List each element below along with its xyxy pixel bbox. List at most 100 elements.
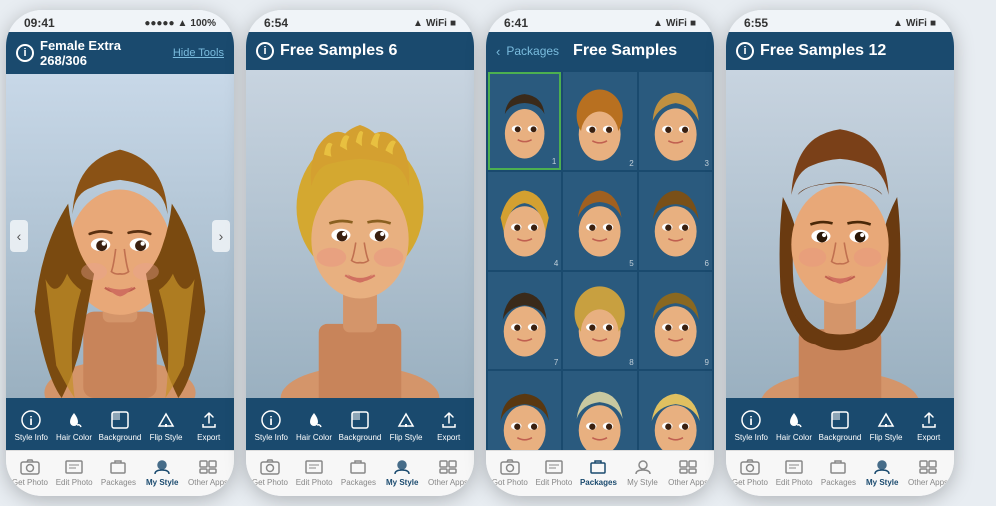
signal-icon-4: ▲ [893,18,903,29]
hair-cell-face-3 [639,72,712,170]
app-header-3: ‹ Packages Free Samples [486,32,714,70]
get-photo-label-4: Get Photo [732,478,768,487]
nav-my-style-3[interactable]: My Style [625,458,661,487]
other-apps-label-2: Other Apps [428,478,468,487]
nav-got-photo-3[interactable]: Got Photo [492,458,528,487]
nav-right-1[interactable]: › [212,220,230,252]
hair-cell-3[interactable]: 3 [639,72,712,170]
nav-my-style-1[interactable]: My Style [144,458,180,487]
hair-cell-9[interactable]: 9 [639,272,712,370]
nav-packages-1[interactable]: Packages [100,458,136,487]
nav-other-apps-1[interactable]: Other Apps [188,458,228,487]
battery-icon-4: ■ [930,18,936,29]
cell-num-9: 9 [705,358,709,367]
hair-color-icon [63,409,85,431]
style-info-btn-1[interactable]: i Style Info [13,409,49,442]
export-label-4: Export [917,433,940,442]
background-btn-4[interactable]: Background [819,409,862,442]
hair-grid-3: 1 2 [486,70,714,450]
hair-color-btn-2[interactable]: Hair Color [296,409,332,442]
svg-text:i: i [750,414,753,428]
nav-packages-2[interactable]: Packages [340,458,376,487]
export-btn-4[interactable]: Export [911,409,947,442]
hair-color-label-4: Hair Color [776,433,812,442]
nav-edit-photo-4[interactable]: Edit Photo [776,458,813,487]
style-info-icon-2: i [260,409,282,431]
hair-cell-8[interactable]: 8 [563,272,636,370]
nav-get-photo-1[interactable]: Get Photo [12,458,48,487]
hair-cell-11[interactable]: 11 [563,371,636,450]
other-apps-label-3: Other Apps [668,478,708,487]
info-icon-1[interactable]: i [16,44,34,62]
status-icons-4: ▲ WiFi ■ [893,18,936,29]
back-label-3[interactable]: Packages [506,44,559,58]
bottom-nav-1: Get Photo Edit Photo Packages My Style O… [6,450,234,496]
background-label-2: Background [339,433,382,442]
signal-icon-3: ▲ [653,18,663,29]
get-photo-label: Get Photo [12,478,48,487]
flip-style-btn-4[interactable]: Flip Style [868,409,904,442]
export-btn-2[interactable]: Export [431,409,467,442]
wifi-icon: ▲ [178,18,188,29]
hair-cell-4[interactable]: 4 [488,172,561,270]
hair-cell-10[interactable]: 10 [488,371,561,450]
bottom-nav-2: Get Photo Edit Photo Packages My Style O… [246,450,474,496]
flip-style-label: Flip Style [150,433,183,442]
flip-style-btn-2[interactable]: Flip Style [388,409,424,442]
nav-edit-photo-2[interactable]: Edit Photo [296,458,333,487]
nav-get-photo-4[interactable]: Get Photo [732,458,768,487]
svg-text:i: i [270,414,273,428]
background-label-4: Background [819,433,862,442]
flip-style-btn-1[interactable]: Flip Style [148,409,184,442]
hair-cell-5[interactable]: 5 [563,172,636,270]
hair-cell-2[interactable]: 2 [563,72,636,170]
flip-style-icon-2 [395,409,417,431]
nav-edit-photo-1[interactable]: Edit Photo [56,458,93,487]
nav-my-style-4[interactable]: My Style [864,458,900,487]
camera-icon-3 [499,458,521,476]
nav-other-apps-2[interactable]: Other Apps [428,458,468,487]
nav-my-style-2[interactable]: My Style [384,458,420,487]
nav-other-apps-4[interactable]: Other Apps [908,458,948,487]
my-style-label-2: My Style [386,478,418,487]
style-info-btn-2[interactable]: i Style Info [253,409,289,442]
hair-cell-1[interactable]: 1 [488,72,561,170]
hair-cell-7[interactable]: 7 [488,272,561,370]
signal-icon-2: ▲ [413,18,423,29]
edit-icon-2 [303,458,325,476]
info-icon-2[interactable]: i [256,42,274,60]
back-arrow-3[interactable]: ‹ [496,44,500,59]
cell-num-8: 8 [629,358,633,367]
nav-get-photo-2[interactable]: Get Photo [252,458,288,487]
phone-1: 09:41 ●●●●● ▲ 100% i Female Extra 268/30… [6,10,234,496]
content-area-4 [726,70,954,398]
nav-packages-4[interactable]: Packages [820,458,856,487]
my-style-icon-4 [871,458,893,476]
hair-color-label-2: Hair Color [296,433,332,442]
hair-cell-12[interactable]: 12 [639,371,712,450]
my-style-icon-2 [391,458,413,476]
nav-left-1[interactable]: ‹ [10,220,28,252]
packages-icon-3 [587,458,609,476]
nav-other-apps-3[interactable]: Other Apps [668,458,708,487]
got-photo-label: Got Photo [492,478,528,487]
background-btn-2[interactable]: Background [339,409,382,442]
background-btn-1[interactable]: Background [99,409,142,442]
hide-tools-btn[interactable]: Hide Tools [173,47,224,59]
phone-3: 6:41 ▲ WiFi ■ ‹ Packages Free Samples [486,10,714,496]
packages-icon-1 [107,458,129,476]
hair-cell-face-11 [563,371,636,450]
other-apps-icon-2 [437,458,459,476]
hair-cell-6[interactable]: 6 [639,172,712,270]
hair-cell-face-4 [488,172,561,270]
style-info-btn-4[interactable]: i Style Info [733,409,769,442]
battery-icon: 100% [190,18,216,29]
hair-color-btn-4[interactable]: Hair Color [776,409,812,442]
cell-num-2: 2 [629,159,633,168]
nav-packages-3[interactable]: Packages [580,458,617,487]
info-icon-4[interactable]: i [736,42,754,60]
hair-color-btn-1[interactable]: Hair Color [56,409,92,442]
export-btn-1[interactable]: Export [191,409,227,442]
nav-edit-photo-3[interactable]: Edit Photo [535,458,572,487]
edit-icon-3 [543,458,565,476]
